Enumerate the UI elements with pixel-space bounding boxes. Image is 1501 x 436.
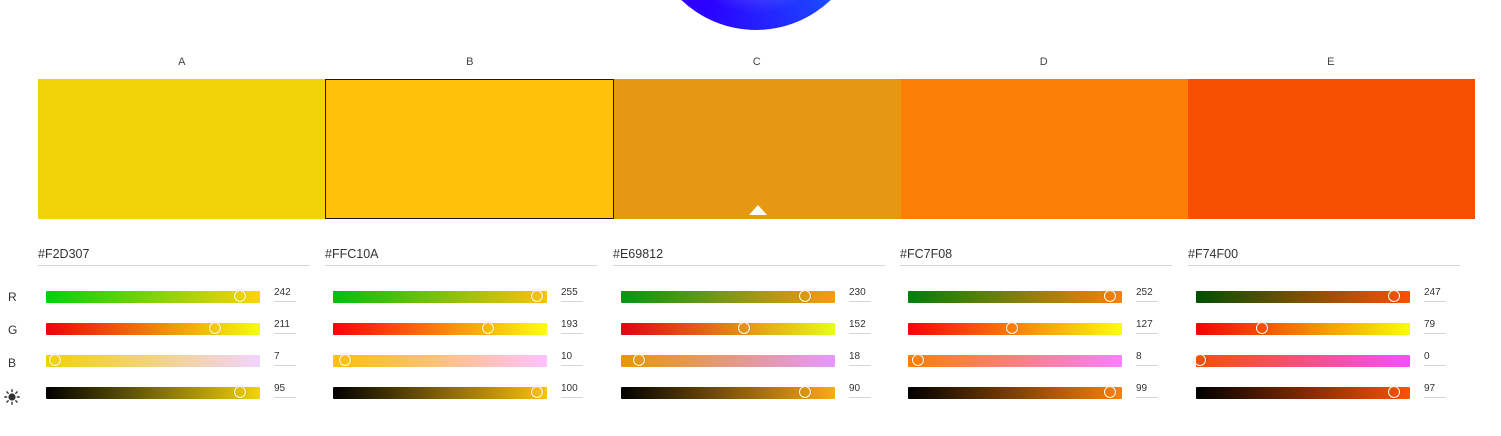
column-label-e: E: [1327, 56, 1335, 68]
blue-value-a[interactable]: 7: [274, 351, 296, 366]
color-wheel[interactable]: [640, 0, 872, 30]
red-slider-handle-c[interactable]: [799, 290, 811, 302]
color-swatch-a[interactable]: [38, 79, 326, 219]
blue-slider-d[interactable]: [908, 354, 1122, 367]
brightness-slider-d[interactable]: [908, 386, 1122, 399]
green-slider-a[interactable]: [46, 322, 260, 335]
brightness-value-d[interactable]: 99: [1136, 383, 1158, 398]
green-slider-handle-e[interactable]: [1256, 322, 1268, 334]
blue-slider-handle-c[interactable]: [633, 354, 645, 366]
hex-field-e[interactable]: #F74F00: [1188, 246, 1460, 266]
green-value-a[interactable]: 211: [274, 319, 296, 334]
red-slider-e[interactable]: [1196, 290, 1410, 303]
red-slider-b[interactable]: [333, 290, 547, 303]
brightness-value-c[interactable]: 90: [849, 383, 871, 398]
brightness-slider-handle-b[interactable]: [531, 386, 543, 398]
brightness-slider-handle-e[interactable]: [1388, 386, 1400, 398]
column-label-b: B: [466, 56, 474, 68]
brightness-slider-e[interactable]: [1196, 386, 1410, 399]
color-swatch-c[interactable]: [614, 79, 901, 219]
blue-value-d[interactable]: 8: [1136, 351, 1158, 366]
hex-field-c[interactable]: #E69812: [613, 246, 885, 266]
brightness-slider-b[interactable]: [333, 386, 547, 399]
red-value-d[interactable]: 252: [1136, 287, 1158, 302]
column-label-a: A: [178, 56, 186, 68]
brightness-slider-handle-a[interactable]: [234, 386, 246, 398]
blue-slider-c[interactable]: [621, 354, 835, 367]
blue-slider-handle-e[interactable]: [1194, 354, 1206, 366]
red-slider-handle-b[interactable]: [531, 290, 543, 302]
column-label-c: C: [752, 56, 762, 68]
base-color-marker[interactable]: [749, 205, 767, 215]
blue-slider-a[interactable]: [46, 354, 260, 367]
hex-field-a[interactable]: #F2D307: [38, 246, 310, 266]
row-label-red: R: [8, 290, 17, 304]
blue-value-e[interactable]: 0: [1424, 351, 1446, 366]
green-value-c[interactable]: 152: [849, 319, 871, 334]
brightness-value-e[interactable]: 97: [1424, 383, 1446, 398]
brightness-value-a[interactable]: 95: [274, 383, 296, 398]
column-label-d: D: [1039, 56, 1049, 68]
red-value-b[interactable]: 255: [561, 287, 583, 302]
brightness-slider-handle-d[interactable]: [1104, 386, 1116, 398]
red-slider-handle-e[interactable]: [1388, 290, 1400, 302]
red-value-a[interactable]: 242: [274, 287, 296, 302]
red-value-e[interactable]: 247: [1424, 287, 1446, 302]
red-value-c[interactable]: 230: [849, 287, 871, 302]
color-swatch-d[interactable]: [901, 79, 1188, 219]
green-slider-handle-b[interactable]: [482, 322, 494, 334]
green-slider-handle-d[interactable]: [1006, 322, 1018, 334]
red-slider-handle-a[interactable]: [234, 290, 246, 302]
green-slider-handle-c[interactable]: [738, 322, 750, 334]
row-label-green: G: [8, 323, 18, 337]
hex-field-b[interactable]: #FFC10A: [325, 246, 597, 266]
red-slider-handle-d[interactable]: [1104, 290, 1116, 302]
row-label-blue: B: [8, 356, 17, 370]
red-slider-c[interactable]: [621, 290, 835, 303]
green-slider-c[interactable]: [621, 322, 835, 335]
blue-slider-handle-a[interactable]: [49, 354, 61, 366]
blue-value-b[interactable]: 10: [561, 351, 583, 366]
red-slider-a[interactable]: [46, 290, 260, 303]
green-value-e[interactable]: 79: [1424, 319, 1446, 334]
green-slider-d[interactable]: [908, 322, 1122, 335]
blue-value-c[interactable]: 18: [849, 351, 871, 366]
green-slider-handle-a[interactable]: [209, 322, 221, 334]
brightness-value-b[interactable]: 100: [561, 383, 583, 398]
hex-field-d[interactable]: #FC7F08: [900, 246, 1172, 266]
blue-slider-handle-b[interactable]: [339, 354, 351, 366]
red-slider-d[interactable]: [908, 290, 1122, 303]
brightness-slider-handle-c[interactable]: [799, 386, 811, 398]
brightness-slider-a[interactable]: [46, 386, 260, 399]
blue-slider-handle-d[interactable]: [912, 354, 924, 366]
color-swatch-b[interactable]: [325, 79, 614, 219]
brightness-slider-c[interactable]: [621, 386, 835, 399]
sun-icon: [4, 389, 20, 405]
green-slider-b[interactable]: [333, 322, 547, 335]
blue-slider-e[interactable]: [1194, 354, 1410, 367]
green-slider-e[interactable]: [1196, 322, 1410, 335]
color-swatch-e[interactable]: [1188, 79, 1475, 219]
green-value-b[interactable]: 193: [561, 319, 583, 334]
green-value-d[interactable]: 127: [1136, 319, 1158, 334]
blue-slider-b[interactable]: [333, 354, 547, 367]
